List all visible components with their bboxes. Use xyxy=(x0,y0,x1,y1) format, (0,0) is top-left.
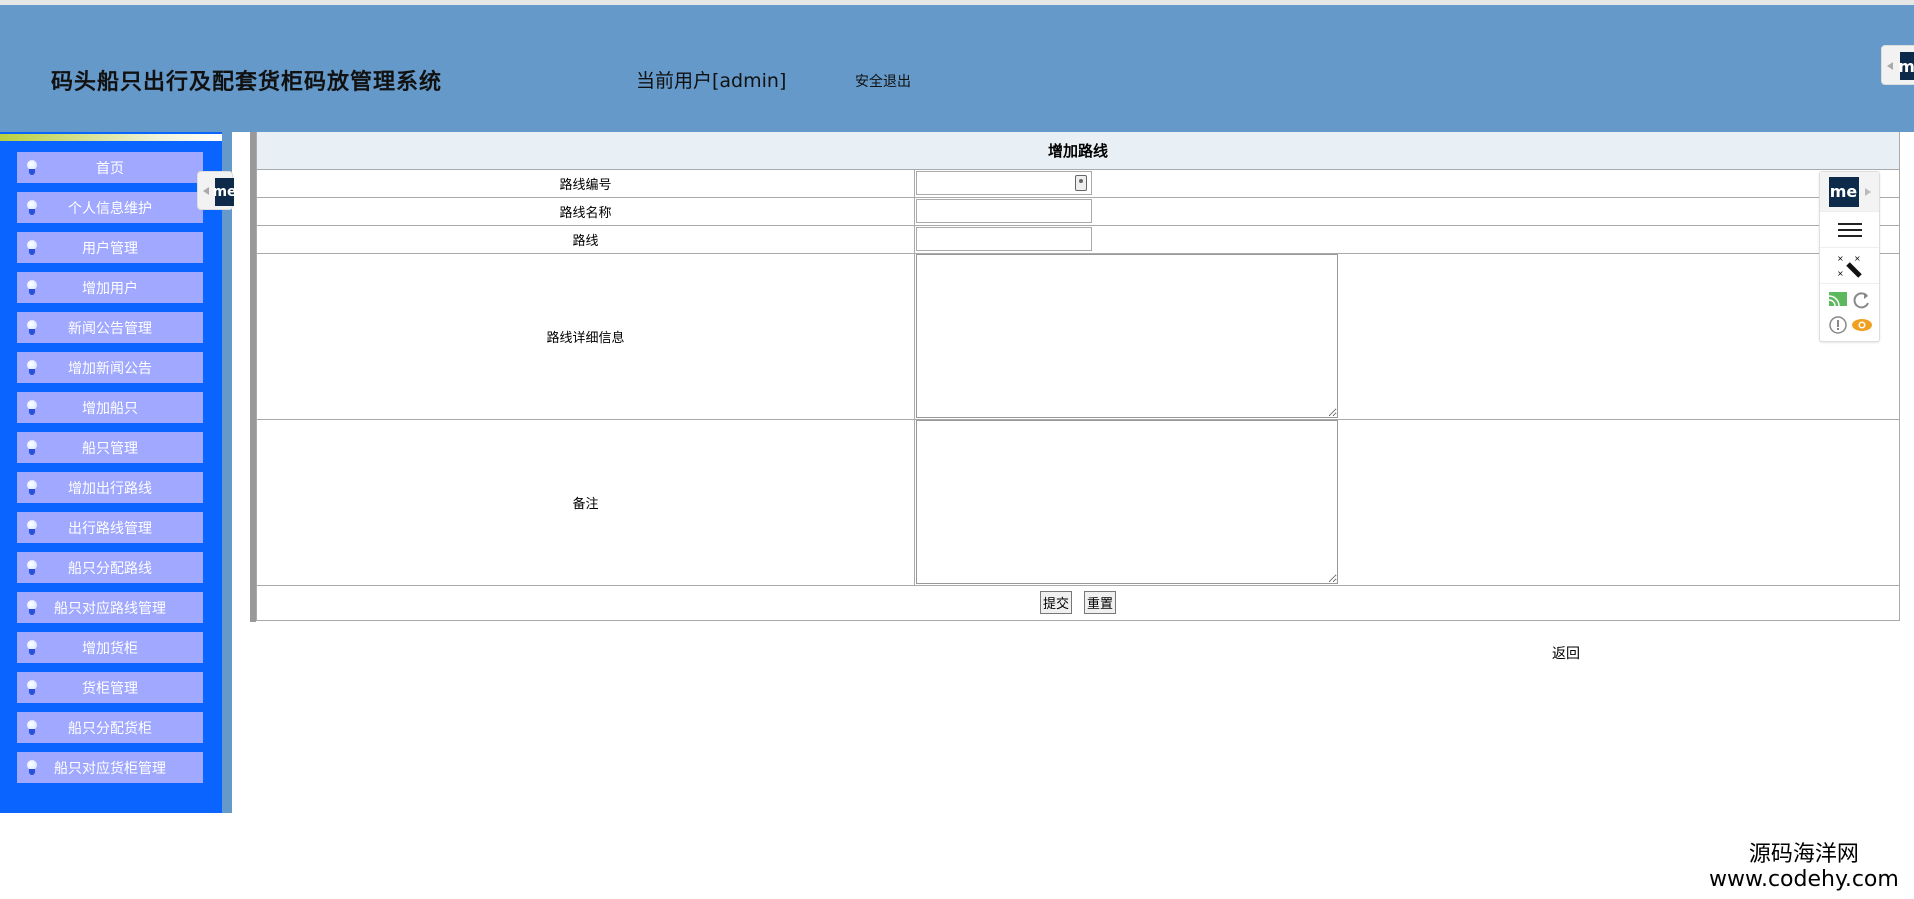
bulb-icon xyxy=(27,640,37,655)
sidebar-item-label: 船只对应货柜管理 xyxy=(54,760,166,777)
sidebar-item[interactable]: 船只分配路线 xyxy=(17,552,203,583)
remark-label: 备注 xyxy=(256,418,915,586)
sidebar-item[interactable]: 船只对应货柜管理 xyxy=(17,752,203,783)
watermark: 源码海洋网 www.codehy.com xyxy=(1709,842,1899,892)
sidebar-top-strip xyxy=(0,134,222,141)
sidebar-item-label: 增加新闻公告 xyxy=(68,360,152,377)
form-title: 增加路线 xyxy=(256,132,1900,170)
sidebar-item[interactable]: 船只对应路线管理 xyxy=(17,592,203,623)
sidebar-item-label: 用户管理 xyxy=(82,240,138,257)
sidebar-item[interactable]: 船只管理 xyxy=(17,432,203,463)
back-link[interactable]: 返回 xyxy=(1552,643,1580,663)
sidebar-item-label: 船只对应路线管理 xyxy=(54,600,166,617)
bulb-icon xyxy=(27,480,37,495)
route-input[interactable] xyxy=(916,227,1092,251)
sidebar-item-label: 增加用户 xyxy=(82,280,138,297)
sidebar-item[interactable]: 增加出行路线 xyxy=(17,472,203,503)
bulb-icon xyxy=(27,760,37,775)
details-label: 路线详细信息 xyxy=(256,252,915,420)
svg-text:×: × xyxy=(1837,254,1844,263)
bulb-icon xyxy=(27,560,37,575)
sidebar-item[interactable]: 货柜管理 xyxy=(17,672,203,703)
route-label: 路线 xyxy=(256,224,915,254)
refresh-icon[interactable] xyxy=(1851,290,1873,310)
logout-link[interactable]: 安全退出 xyxy=(855,71,911,91)
sidebar-item-label: 船只管理 xyxy=(82,440,138,457)
watermark-line2: www.codehy.com xyxy=(1709,867,1899,892)
sidebar-item[interactable]: 增加用户 xyxy=(17,272,203,303)
panel-tools xyxy=(1820,284,1879,341)
eye-icon[interactable] xyxy=(1851,315,1873,335)
app-title: 码头船只出行及配套货柜码放管理系统 xyxy=(51,69,443,95)
reset-button[interactable]: 重置 xyxy=(1084,591,1117,614)
empty-cell xyxy=(1338,252,1900,420)
bulb-icon xyxy=(27,680,37,695)
bulb-icon xyxy=(27,320,37,335)
me-logo-icon: me xyxy=(1898,52,1914,80)
sidebar-item[interactable]: 新闻公告管理 xyxy=(17,312,203,343)
route-no-label: 路线编号 xyxy=(256,168,915,198)
header: 码头船只出行及配套货柜码放管理系统 当前用户[admin] 安全退出 xyxy=(0,5,1914,132)
bulb-icon xyxy=(27,200,37,215)
route-name-label: 路线名称 xyxy=(256,196,915,226)
cast-icon[interactable] xyxy=(1827,290,1849,310)
sidebar-item[interactable]: 船只分配货柜 xyxy=(17,712,203,743)
route-name-input[interactable] xyxy=(916,199,1092,223)
sidebar-item[interactable]: 用户管理 xyxy=(17,232,203,263)
route-no-input[interactable] xyxy=(916,171,1092,195)
sidebar-item-label: 船只分配路线 xyxy=(68,560,152,577)
details-textarea[interactable] xyxy=(916,254,1338,418)
magic-wand-icon[interactable]: × × × xyxy=(1820,248,1879,284)
bulb-icon xyxy=(27,400,37,415)
extension-tab-top[interactable]: me xyxy=(1881,45,1914,85)
sidebar-item-label: 增加货柜 xyxy=(82,640,138,657)
sidebar-item-label: 首页 xyxy=(96,160,124,177)
gap xyxy=(232,132,250,622)
sidebar-item-label: 个人信息维护 xyxy=(68,200,152,217)
sidebar-item-label: 新闻公告管理 xyxy=(68,320,152,337)
sidebar-item-label: 船只分配货柜 xyxy=(68,720,152,737)
me-logo-icon: me xyxy=(212,178,237,206)
remark-textarea[interactable] xyxy=(916,420,1338,584)
bulb-icon xyxy=(27,440,37,455)
bulb-icon xyxy=(27,280,37,295)
menu-icon[interactable] xyxy=(1820,212,1879,248)
bulb-icon xyxy=(27,520,37,535)
sidebar-item-label: 货柜管理 xyxy=(82,680,138,697)
svg-text:×: × xyxy=(1837,269,1844,278)
bulb-icon xyxy=(27,240,37,255)
sidebar-item[interactable]: 增加新闻公告 xyxy=(17,352,203,383)
empty-cell xyxy=(1338,418,1900,586)
add-route-form: 增加路线 路线编号 路线名称 路线 路线详细信息 备注 提交 重置 xyxy=(256,132,1900,621)
sidebar-item-label: 增加出行路线 xyxy=(68,480,152,497)
bulb-icon xyxy=(27,160,37,175)
contact-card-icon[interactable] xyxy=(1075,175,1087,191)
sidebar-item[interactable]: 个人信息维护 xyxy=(17,192,203,223)
sidebar-item-label: 出行路线管理 xyxy=(68,520,152,537)
bulb-icon xyxy=(27,360,37,375)
sidebar-item[interactable]: 首页 xyxy=(17,152,203,183)
alert-icon[interactable] xyxy=(1827,315,1849,335)
panel-logo-row[interactable]: me xyxy=(1820,172,1879,212)
bulb-icon xyxy=(27,600,37,615)
sidebar-item[interactable]: 出行路线管理 xyxy=(17,512,203,543)
svg-text:×: × xyxy=(1854,254,1861,263)
watermark-line1: 源码海洋网 xyxy=(1748,842,1859,867)
sidebar-item[interactable]: 增加货柜 xyxy=(17,632,203,663)
sidebar-item-label: 增加船只 xyxy=(82,400,138,417)
collapse-arrow-icon xyxy=(1887,62,1893,70)
collapse-arrow-icon xyxy=(203,187,209,195)
submit-button[interactable]: 提交 xyxy=(1039,591,1072,614)
sidebar-item[interactable]: 增加船只 xyxy=(17,392,203,423)
current-user: 当前用户[admin] xyxy=(636,70,787,92)
bulb-icon xyxy=(27,720,37,735)
extension-tab-left[interactable]: me xyxy=(197,171,237,210)
me-logo-icon: me xyxy=(1828,176,1859,207)
expand-arrow-icon xyxy=(1864,187,1871,196)
extension-panel: me × × × xyxy=(1819,171,1880,342)
